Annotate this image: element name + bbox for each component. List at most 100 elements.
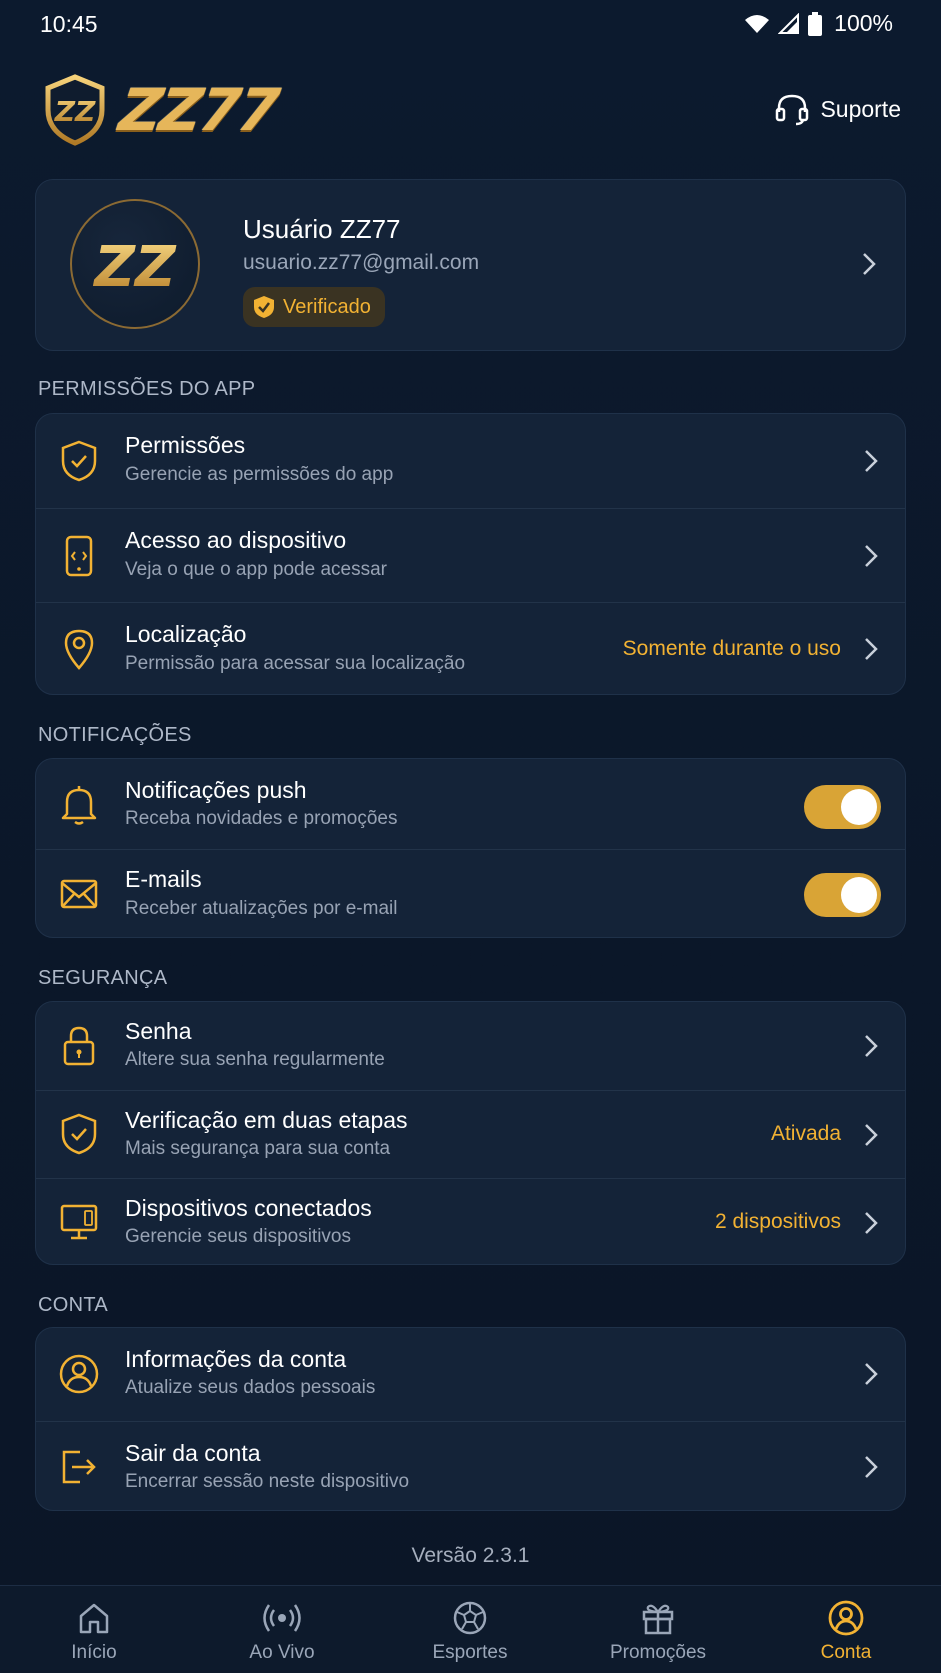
shield-logo-icon: ZZ	[45, 74, 105, 146]
row-title: Sair da conta	[125, 1440, 261, 1466]
verified-label: Verificado	[283, 295, 371, 318]
location-pin-icon	[56, 626, 102, 672]
nav-label: Conta	[820, 1642, 872, 1663]
toggle-knob	[841, 877, 877, 913]
row-subtitle: Encerrar sessão neste dispositivo	[125, 1471, 410, 1492]
monitor-icon	[56, 1199, 102, 1245]
verified-badge: Verificado	[243, 287, 385, 327]
row-title: Permissões	[125, 432, 246, 458]
section-title-security: SEGURANÇA	[38, 967, 168, 989]
permissions-card: Permissões Gerencie as permissões do app…	[35, 413, 906, 695]
app-version: Versão 2.3.1	[411, 1544, 530, 1567]
nav-label: Início	[71, 1642, 117, 1663]
user-icon	[752, 1598, 940, 1638]
location-row[interactable]: Localização Permissão para acessar sua l…	[36, 602, 905, 694]
push-notifications-toggle[interactable]	[804, 785, 881, 829]
connected-devices-row[interactable]: Dispositivos conectados Gerencie seus di…	[36, 1178, 905, 1264]
row-title: Localização	[125, 621, 247, 647]
status-icons: 100%	[744, 10, 893, 37]
nav-inicio[interactable]: Início	[0, 1586, 188, 1673]
soccer-ball-icon	[376, 1598, 564, 1638]
brand-logo: ZZ ZZ77	[44, 74, 282, 146]
bottom-nav: Início Ao Vivo Esportes Promoções Conta	[0, 1585, 941, 1673]
row-subtitle: Altere sua senha regularmente	[125, 1049, 385, 1070]
brand-wordmark: ZZ77	[115, 76, 282, 144]
headset-icon	[776, 94, 809, 126]
emails-toggle[interactable]	[804, 873, 881, 917]
chevron-right-icon	[865, 1035, 878, 1057]
status-time: 10:45	[40, 11, 98, 37]
gift-icon	[564, 1598, 752, 1638]
location-value: Somente durante o uso	[622, 637, 841, 660]
row-subtitle: Gerencie seus dispositivos	[125, 1226, 351, 1247]
row-title: Informações da conta	[125, 1346, 347, 1372]
row-title: Notificações push	[125, 777, 307, 803]
home-icon	[0, 1598, 188, 1638]
battery-icon	[808, 11, 823, 36]
chevron-right-icon	[865, 1212, 878, 1234]
profile-name: Usuário ZZ77	[243, 214, 401, 244]
notifications-card: Notificações push Receba novidades e pro…	[35, 758, 906, 938]
avatar-logo: ZZ	[92, 235, 177, 294]
security-card: Senha Altere sua senha regularmente Veri…	[35, 1001, 906, 1265]
phone-access-icon	[56, 533, 102, 579]
row-title: Dispositivos conectados	[125, 1195, 372, 1221]
chevron-right-icon	[865, 1124, 878, 1146]
connected-devices-count: 2 dispositivos	[714, 1210, 841, 1233]
profile-email: usuario.zz77@gmail.com	[243, 251, 480, 274]
lock-icon	[56, 1023, 102, 1069]
emails-row: E-mails Receber atualizações por e-mail	[36, 849, 905, 938]
device-access-row[interactable]: Acesso ao dispositivo Veja o que o app p…	[36, 508, 905, 602]
nav-label: Esportes	[432, 1642, 508, 1663]
password-row[interactable]: Senha Altere sua senha regularmente	[36, 1002, 905, 1090]
row-subtitle: Receber atualizações por e-mail	[125, 898, 398, 919]
profile-card[interactable]: ZZ Usuário ZZ77 usuario.zz77@gmail.com V…	[35, 179, 906, 351]
chevron-right-icon	[863, 253, 876, 275]
bell-icon	[56, 781, 102, 827]
nav-ao-vivo[interactable]: Ao Vivo	[188, 1586, 376, 1673]
logout-row[interactable]: Sair da conta Encerrar sessão neste disp…	[36, 1421, 905, 1512]
signal-icon	[778, 12, 800, 34]
permissions-row[interactable]: Permissões Gerencie as permissões do app	[36, 414, 905, 508]
row-title: Senha	[125, 1018, 192, 1044]
nav-conta[interactable]: Conta	[752, 1586, 940, 1673]
nav-promocoes[interactable]: Promoções	[564, 1586, 752, 1673]
status-bar: 10:45 100%	[0, 0, 941, 50]
toggle-knob	[841, 789, 877, 825]
shield-check-icon	[56, 1111, 102, 1157]
user-icon	[56, 1351, 102, 1397]
nav-label: Ao Vivo	[249, 1642, 315, 1663]
nav-label: Promoções	[609, 1642, 707, 1663]
row-title: Acesso ao dispositivo	[125, 527, 347, 553]
section-title-permissions: PERMISSÕES DO APP	[38, 378, 256, 400]
support-button[interactable]: Suporte	[774, 92, 901, 126]
section-title-notifications: NOTIFICAÇÕES	[38, 724, 192, 746]
svg-text:ZZ: ZZ	[54, 95, 96, 128]
svg-text:ZZ: ZZ	[92, 235, 177, 294]
two-step-status: Ativada	[770, 1122, 841, 1145]
chevron-right-icon	[865, 1363, 878, 1385]
row-subtitle: Atualize seus dados pessoais	[125, 1377, 376, 1398]
row-subtitle: Permissão para acessar sua localização	[125, 653, 466, 674]
row-subtitle: Gerencie as permissões do app	[125, 464, 394, 485]
chevron-right-icon	[865, 1456, 878, 1478]
two-step-row[interactable]: Verificação em duas etapas Mais seguranç…	[36, 1090, 905, 1178]
row-subtitle: Veja o que o app pode acessar	[125, 559, 387, 580]
nav-esportes[interactable]: Esportes	[376, 1586, 564, 1673]
verified-shield-icon	[254, 296, 274, 318]
row-subtitle: Mais segurança para sua conta	[125, 1138, 391, 1159]
support-label: Suporte	[820, 95, 901, 122]
chevron-right-icon	[865, 450, 878, 472]
envelope-icon	[56, 871, 102, 917]
row-subtitle: Receba novidades e promoções	[125, 808, 398, 829]
push-notifications-row: Notificações push Receba novidades e pro…	[36, 759, 905, 849]
account-info-row[interactable]: Informações da conta Atualize seus dados…	[36, 1328, 905, 1421]
wifi-icon	[745, 14, 770, 33]
account-card: Informações da conta Atualize seus dados…	[35, 1327, 906, 1511]
section-title-account: CONTA	[38, 1294, 109, 1316]
battery-percent: 100%	[834, 10, 893, 36]
row-title: E-mails	[125, 866, 202, 892]
chevron-right-icon	[865, 638, 878, 660]
app-header: ZZ ZZ77 Suporte	[0, 70, 941, 150]
live-broadcast-icon	[188, 1598, 376, 1638]
